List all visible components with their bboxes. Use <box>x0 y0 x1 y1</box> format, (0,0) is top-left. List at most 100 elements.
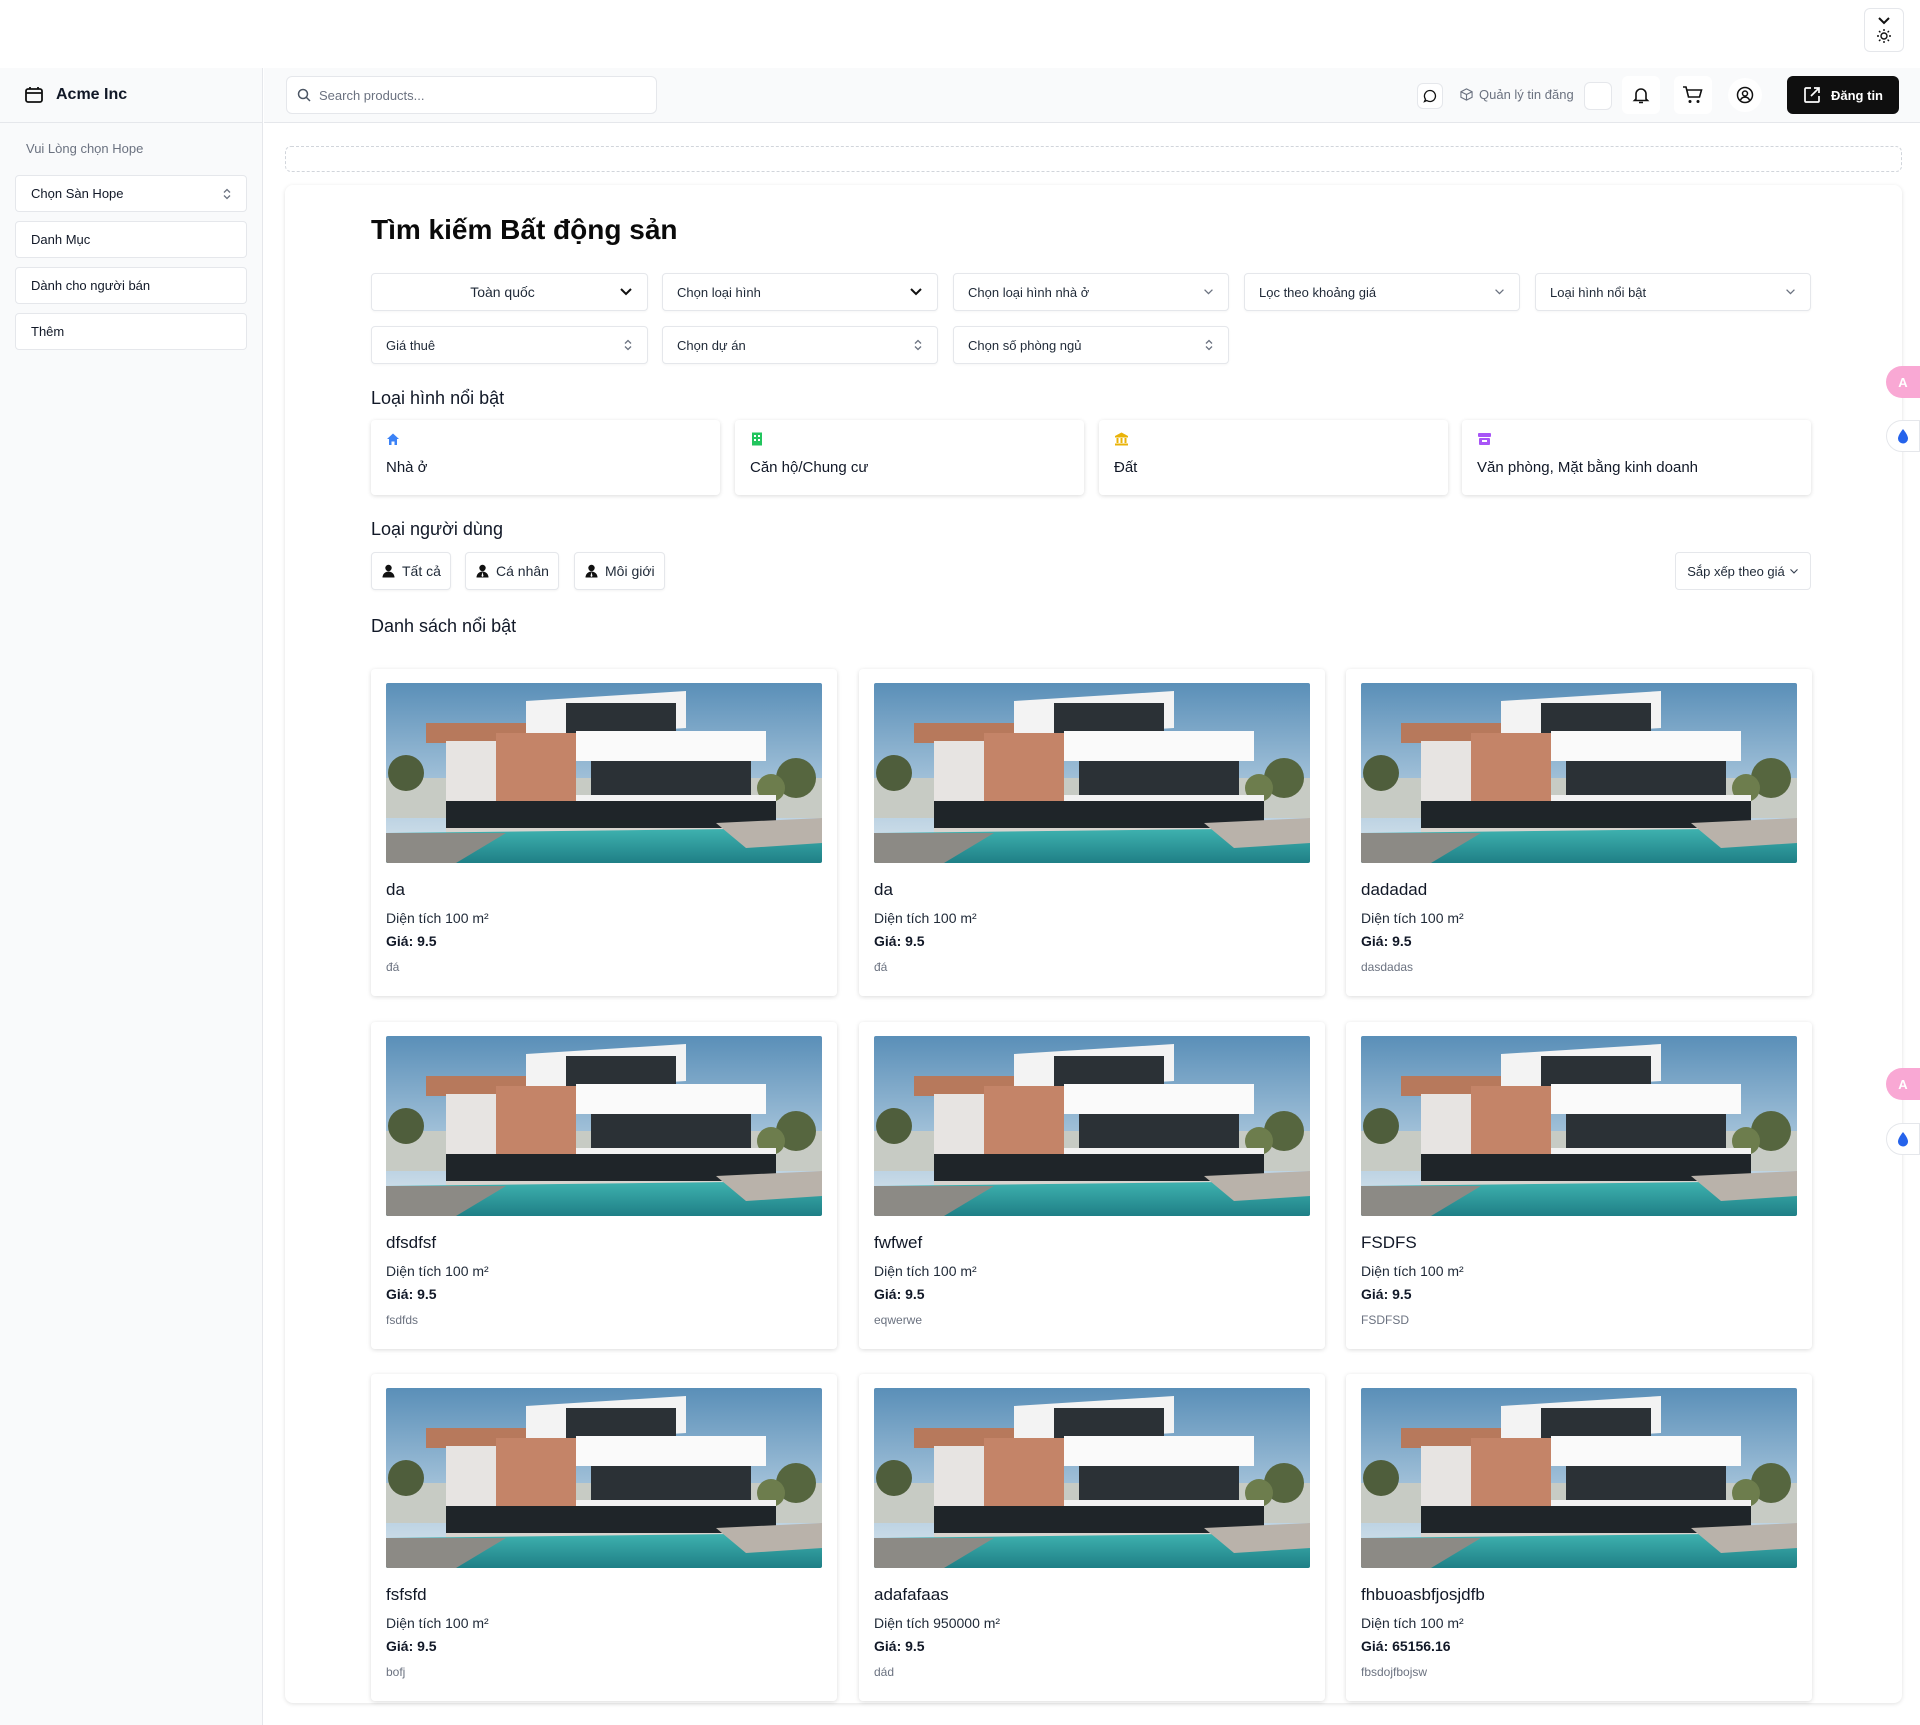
chevron-down-icon <box>1204 289 1213 295</box>
property-type-select-value: Chọn loại hình <box>677 284 761 300</box>
listing-card[interactable]: FSDFS Diện tích 100 m² Giá: 9.5 FSDFSD <box>1346 1022 1812 1349</box>
sidebar-item-label: Thêm <box>31 324 65 339</box>
type-card-house[interactable]: Nhà ở <box>371 420 720 495</box>
listing-photo[interactable] <box>1361 1036 1797 1216</box>
listing-photo[interactable] <box>386 1036 822 1216</box>
listing-card[interactable]: dfsdfsf Diện tích 100 m² Giá: 9.5 fsdfds <box>371 1022 837 1349</box>
sidebar-item-categories[interactable]: Danh Mục <box>15 221 247 258</box>
listing-card[interactable]: fsfsfd Diện tích 100 m² Giá: 9.5 bofj <box>371 1374 837 1701</box>
listing-title: adafafaas <box>874 1585 949 1604</box>
featured-type-select[interactable]: Loại hình nổi bật <box>1535 273 1811 311</box>
app-layout: Acme Inc Vui Lòng chọn Hope Chọn Sàn Hop… <box>0 68 1920 1725</box>
sidebar-item-more[interactable]: Thêm <box>15 313 247 350</box>
listing-card[interactable]: dadadad Diện tích 100 m² Giá: 9.5 dasdadas <box>1346 669 1812 996</box>
type-card-label: Nhà ở <box>386 459 428 476</box>
listing-title: fhbuoasbfjosjdfb <box>1361 1585 1485 1604</box>
chevron-updown-icon <box>624 339 632 351</box>
listing-price: Giá: 9.5 <box>386 933 437 949</box>
rent-price-select-value: Giá thuê <box>386 337 436 353</box>
user-icon <box>382 564 395 578</box>
listing-title: dadadad <box>1361 880 1428 899</box>
user-filter-individual[interactable]: Cá nhân <box>465 552 559 590</box>
type-card-apartment[interactable]: Căn hộ/Chung cư <box>735 420 1084 495</box>
listing-description: fbsdojfbojsw <box>1361 1665 1428 1679</box>
search-icon <box>297 88 311 102</box>
listing-photo[interactable] <box>874 1036 1310 1216</box>
listing-card[interactable]: da Diện tích 100 m² Giá: 9.5 đá <box>859 669 1325 996</box>
user-filter-label: Tất cả <box>402 563 441 579</box>
post-listing-button[interactable]: Đăng tin <box>1787 76 1899 114</box>
page-title: Tìm kiếm Bất động sản <box>371 214 678 245</box>
manage-listings-label: Quản lý tin đăng <box>1479 87 1574 102</box>
featured-type-select-value: Loại hình nổi bật <box>1550 284 1647 300</box>
housing-type-select-value: Chọn loại hình nhà ở <box>968 284 1090 300</box>
chat-button[interactable] <box>1417 83 1443 109</box>
listing-card[interactable]: adafafaas Diện tích 950000 m² Giá: 9.5 dád <box>859 1374 1325 1701</box>
listing-title: da <box>874 880 893 899</box>
price-range-select[interactable]: Lọc theo khoảng giá <box>1244 273 1520 311</box>
listing-area: Diện tích 100 m² <box>1361 1263 1464 1279</box>
listing-card[interactable]: fwfwef Diện tích 100 m² Giá: 9.5 eqwerwe <box>859 1022 1325 1349</box>
bell-icon <box>1632 88 1650 104</box>
listing-photo[interactable] <box>1361 683 1797 863</box>
cart-button[interactable] <box>1674 76 1712 114</box>
search-panel: Tìm kiếm Bất động sản Toàn quốc Chọn loạ… <box>285 185 1902 1703</box>
brand[interactable]: Acme Inc <box>0 68 262 123</box>
search-box[interactable] <box>286 76 657 114</box>
listing-card[interactable]: da Diện tích 100 m² Giá: 9.5 đá <box>371 669 837 996</box>
rent-price-select[interactable]: Giá thuê <box>371 326 648 364</box>
listing-area: Diện tích 100 m² <box>1361 910 1464 926</box>
type-card-label: Căn hộ/Chung cư <box>750 459 869 476</box>
cart-icon <box>1683 86 1703 103</box>
user-filter-all[interactable]: Tất cả <box>371 552 451 590</box>
listing-description: dasdadas <box>1361 960 1414 974</box>
sort-by-price-button[interactable]: Sắp xếp theo giá <box>1675 552 1811 590</box>
user-filter-label: Cá nhân <box>496 563 549 579</box>
water-drop-widget[interactable] <box>1886 420 1920 452</box>
listing-photo[interactable] <box>1361 1388 1797 1568</box>
landmark-icon <box>1115 432 1128 446</box>
user-tie-icon <box>585 564 598 578</box>
user-account-button[interactable] <box>1728 78 1762 112</box>
region-select[interactable]: Toàn quốc <box>371 273 648 311</box>
chevron-updown-icon <box>223 188 231 199</box>
listing-description: eqwerwe <box>874 1313 923 1327</box>
user-filter-label: Môi giới <box>605 563 655 579</box>
listing-description: dád <box>874 1665 895 1679</box>
project-select[interactable]: Chọn dự án <box>662 326 938 364</box>
listing-photo[interactable] <box>874 683 1310 863</box>
type-card-land[interactable]: Đất <box>1099 420 1448 495</box>
chevron-down-icon <box>1878 17 1890 25</box>
sidebar-item-for-sellers[interactable]: Dành cho người bán <box>15 267 247 304</box>
type-card-office[interactable]: Văn phòng, Mặt bằng kinh doanh <box>1462 420 1811 495</box>
listing-price: Giá: 9.5 <box>874 1286 925 1302</box>
sort-label: Sắp xếp theo giá <box>1687 563 1785 579</box>
listing-area: Diện tích 100 m² <box>386 1615 489 1631</box>
listing-photo[interactable] <box>386 683 822 863</box>
listing-description: bofj <box>386 1665 406 1679</box>
store-icon <box>1478 433 1491 445</box>
theme-toggle[interactable] <box>1864 8 1904 52</box>
listing-photo[interactable] <box>874 1388 1310 1568</box>
listing-photo[interactable] <box>386 1388 822 1568</box>
select-hope-exchange[interactable]: Chọn Sàn Hope <box>15 175 247 212</box>
property-type-select[interactable]: Chọn loại hình <box>662 273 938 311</box>
housing-type-select[interactable]: Chọn loại hình nhà ở <box>953 273 1229 311</box>
listing-area: Diện tích 100 m² <box>1361 1615 1464 1631</box>
blank-button[interactable] <box>1584 82 1612 110</box>
bedrooms-select[interactable]: Chọn số phòng ngủ <box>953 326 1229 364</box>
water-drop-widget[interactable] <box>1886 1123 1920 1155</box>
search-input[interactable] <box>319 87 639 103</box>
manage-listings-link[interactable]: Quản lý tin đăng <box>1460 87 1574 102</box>
sidebar-item-label: Danh Mục <box>31 232 91 247</box>
user-filter-broker[interactable]: Môi giới <box>574 552 665 590</box>
post-listing-label: Đăng tin <box>1831 87 1883 103</box>
translate-widget[interactable]: A <box>1886 366 1920 398</box>
listing-title: fwfwef <box>874 1233 923 1252</box>
listing-price: Giá: 9.5 <box>386 1638 437 1654</box>
listing-card[interactable]: fhbuoasbfjosjdfb Diện tích 100 m² Giá: 651… <box>1346 1374 1812 1701</box>
top-strip <box>0 0 1920 68</box>
translate-widget[interactable]: A <box>1886 1068 1920 1100</box>
chevron-updown-icon <box>914 339 922 351</box>
notifications-button[interactable] <box>1622 76 1660 114</box>
